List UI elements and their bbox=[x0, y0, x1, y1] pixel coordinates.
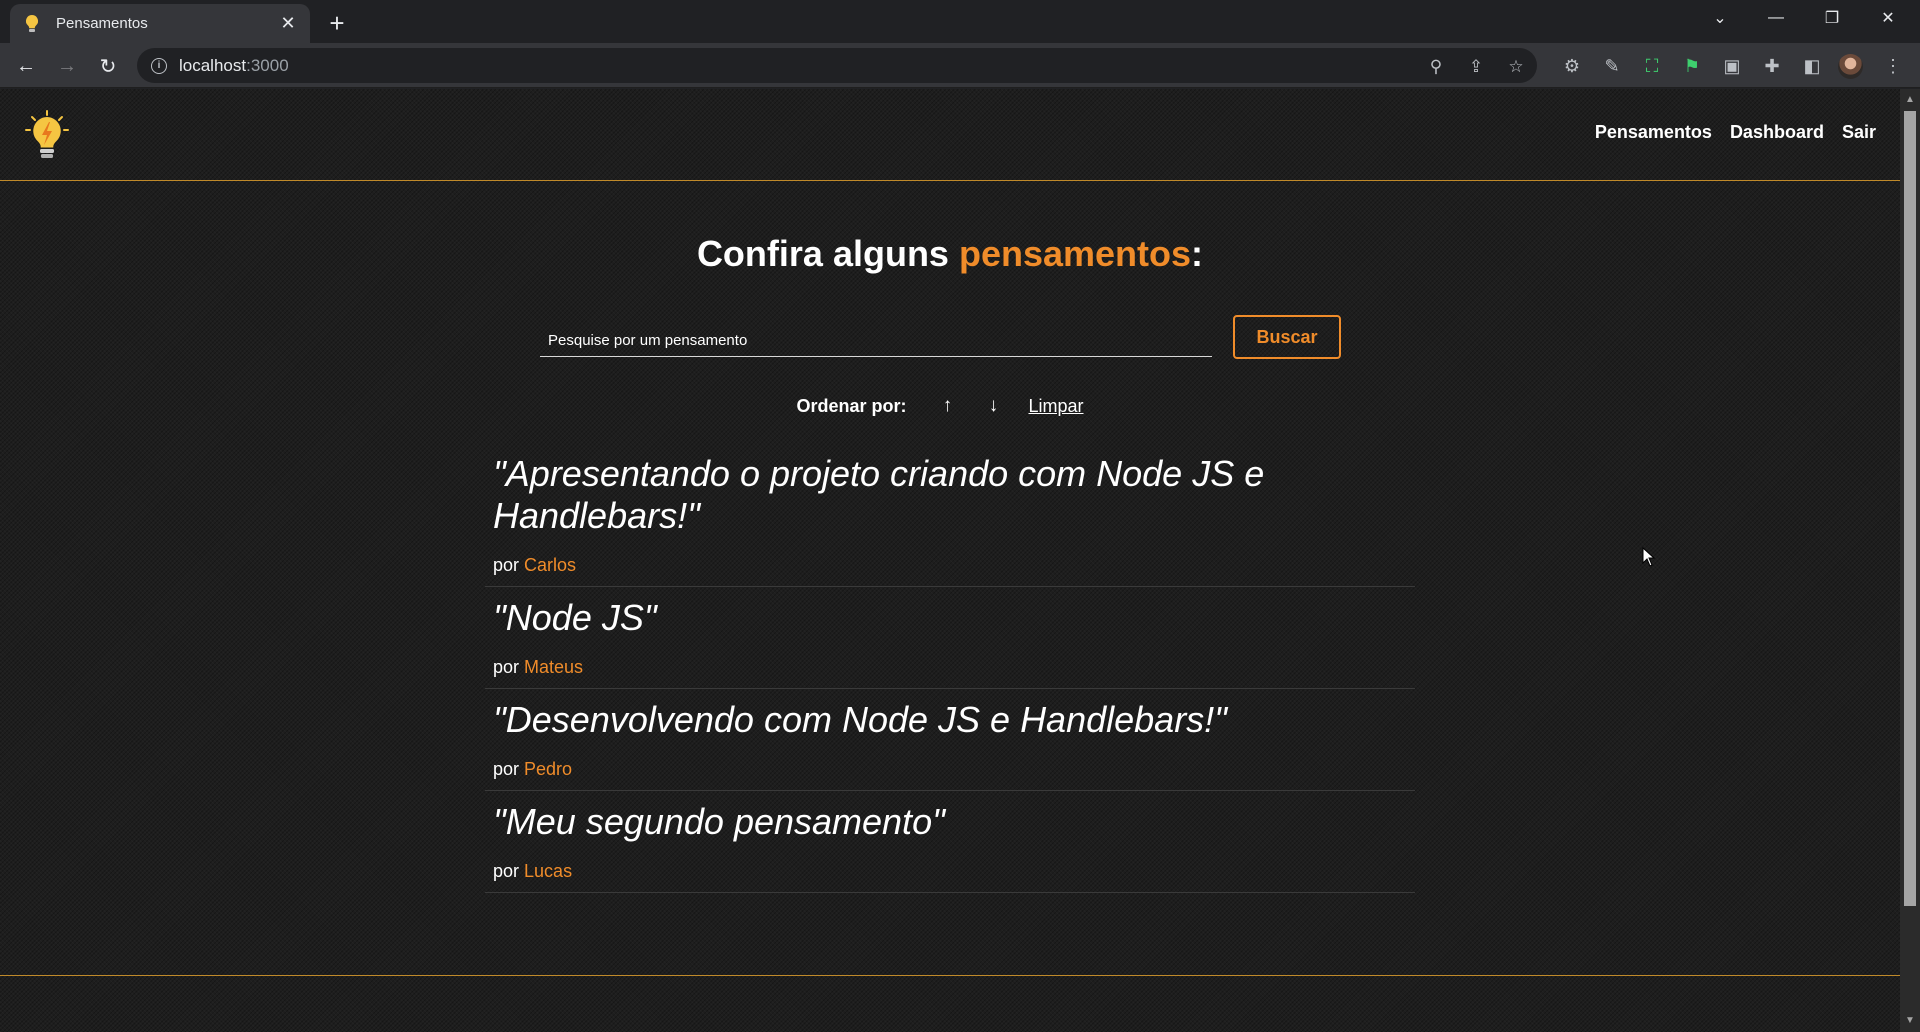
mouse-cursor-icon bbox=[1642, 547, 1656, 567]
reload-icon[interactable]: ↻ bbox=[92, 50, 124, 82]
thought-quote: "Desenvolvendo com Node JS e Handlebars!… bbox=[493, 699, 1227, 740]
thought-card: "Meu segundo pensamento" por Lucas bbox=[485, 791, 1415, 893]
thought-quote: "Meu segundo pensamento" bbox=[493, 801, 945, 842]
scroll-up-icon[interactable]: ▲ bbox=[1904, 93, 1916, 105]
thought-byline: por Lucas bbox=[493, 861, 573, 881]
menu-kebab-icon[interactable]: ⋮ bbox=[1881, 54, 1905, 78]
page-title-accent: pensamentos bbox=[958, 233, 1192, 274]
scroll-down-icon[interactable]: ▼ bbox=[1904, 1014, 1916, 1026]
site-header: Pensamentos Dashboard Sair bbox=[0, 89, 1900, 181]
side-panel-icon[interactable]: ◧ bbox=[1800, 54, 1824, 78]
thought-card: "Apresentando o projeto criando com Node… bbox=[485, 443, 1415, 587]
tab-title: Pensamentos bbox=[56, 15, 148, 32]
thought-quote: "Node JS" bbox=[493, 597, 657, 638]
thought-author: Lucas bbox=[524, 861, 573, 881]
thoughts-list: "Apresentando o projeto criando com Node… bbox=[485, 443, 1415, 893]
browser-tabbar: Pensamentos ✕ + ⌄ — ❐ ✕ bbox=[0, 0, 1920, 43]
thought-author: Mateus bbox=[524, 657, 584, 677]
address-bar[interactable]: i localhost:3000 ⚲ ⇪ ☆ bbox=[137, 48, 1537, 83]
thought-card: "Desenvolvendo com Node JS e Handlebars!… bbox=[485, 689, 1415, 791]
thought-byline: por Mateus bbox=[493, 657, 584, 677]
minimize-icon[interactable]: — bbox=[1748, 0, 1804, 36]
site-nav: Pensamentos Dashboard Sair bbox=[1595, 122, 1876, 143]
thought-card: "Node JS" por Mateus bbox=[485, 587, 1415, 689]
sort-label: Ordenar por: bbox=[796, 395, 907, 416]
sort-controls: Ordenar por: ↑ ↓ Limpar bbox=[0, 395, 1900, 417]
pen-extension-icon[interactable]: ✎ bbox=[1600, 54, 1624, 78]
flag-extension-icon[interactable]: ⚑ bbox=[1680, 54, 1704, 78]
browser-tab[interactable]: Pensamentos ✕ bbox=[10, 4, 310, 43]
media-extension-icon[interactable]: ▣ bbox=[1720, 54, 1744, 78]
url-text: localhost:3000 bbox=[179, 55, 289, 75]
forward-icon[interactable]: → bbox=[51, 50, 83, 82]
thought-author: Carlos bbox=[524, 555, 577, 575]
thought-byline: por Pedro bbox=[493, 759, 573, 779]
nav-link-pensamentos[interactable]: Pensamentos bbox=[1595, 122, 1712, 143]
clear-sort-link[interactable]: Limpar bbox=[1028, 396, 1083, 417]
search-input[interactable] bbox=[540, 315, 1212, 357]
close-window-icon[interactable]: ✕ bbox=[1860, 0, 1916, 36]
profile-avatar[interactable] bbox=[1838, 54, 1863, 79]
sort-descending-icon[interactable]: ↓ bbox=[970, 395, 1016, 417]
search-form: Buscar bbox=[540, 315, 1341, 359]
lightbulb-logo-icon[interactable] bbox=[24, 110, 70, 160]
thought-byline: por Carlos bbox=[493, 555, 577, 575]
nav-link-dashboard[interactable]: Dashboard bbox=[1730, 122, 1824, 143]
sort-ascending-icon[interactable]: ↑ bbox=[924, 395, 970, 417]
thought-author: Pedro bbox=[524, 759, 573, 779]
share-icon[interactable]: ⇪ bbox=[1465, 56, 1487, 78]
search-button[interactable]: Buscar bbox=[1233, 315, 1341, 359]
tab-search-icon[interactable]: ⌄ bbox=[1692, 0, 1748, 36]
new-tab-icon[interactable]: + bbox=[323, 8, 351, 38]
page-viewport: Pensamentos Dashboard Sair Confira algun… bbox=[0, 89, 1900, 1032]
page-scrollbar[interactable]: ▲ ▼ bbox=[1900, 89, 1920, 1032]
browser-toolbar: ← → ↻ i localhost:3000 ⚲ ⇪ ☆ ⚙ ✎ ⛶ ⚑ ▣ ✚… bbox=[0, 43, 1920, 88]
bookmark-star-icon[interactable]: ☆ bbox=[1505, 56, 1527, 78]
screenshot-extension-icon[interactable]: ⛶ bbox=[1640, 54, 1664, 78]
lightbulb-favicon-icon bbox=[22, 14, 42, 34]
restore-icon[interactable]: ❐ bbox=[1804, 0, 1860, 36]
settings-extension-icon[interactable]: ⚙ bbox=[1560, 54, 1584, 78]
footer-divider bbox=[0, 975, 1900, 976]
page-title: Confira alguns pensamentos: bbox=[696, 233, 1204, 274]
thought-quote: "Apresentando o projeto criando com Node… bbox=[493, 453, 1265, 536]
scrollbar-thumb[interactable] bbox=[1904, 111, 1916, 906]
extensions-puzzle-icon[interactable]: ✚ bbox=[1760, 54, 1784, 78]
back-icon[interactable]: ← bbox=[10, 50, 42, 82]
zoom-icon[interactable]: ⚲ bbox=[1425, 56, 1447, 78]
nav-link-sair[interactable]: Sair bbox=[1842, 122, 1876, 143]
close-tab-icon[interactable]: ✕ bbox=[278, 13, 298, 34]
site-info-icon[interactable]: i bbox=[151, 57, 167, 74]
